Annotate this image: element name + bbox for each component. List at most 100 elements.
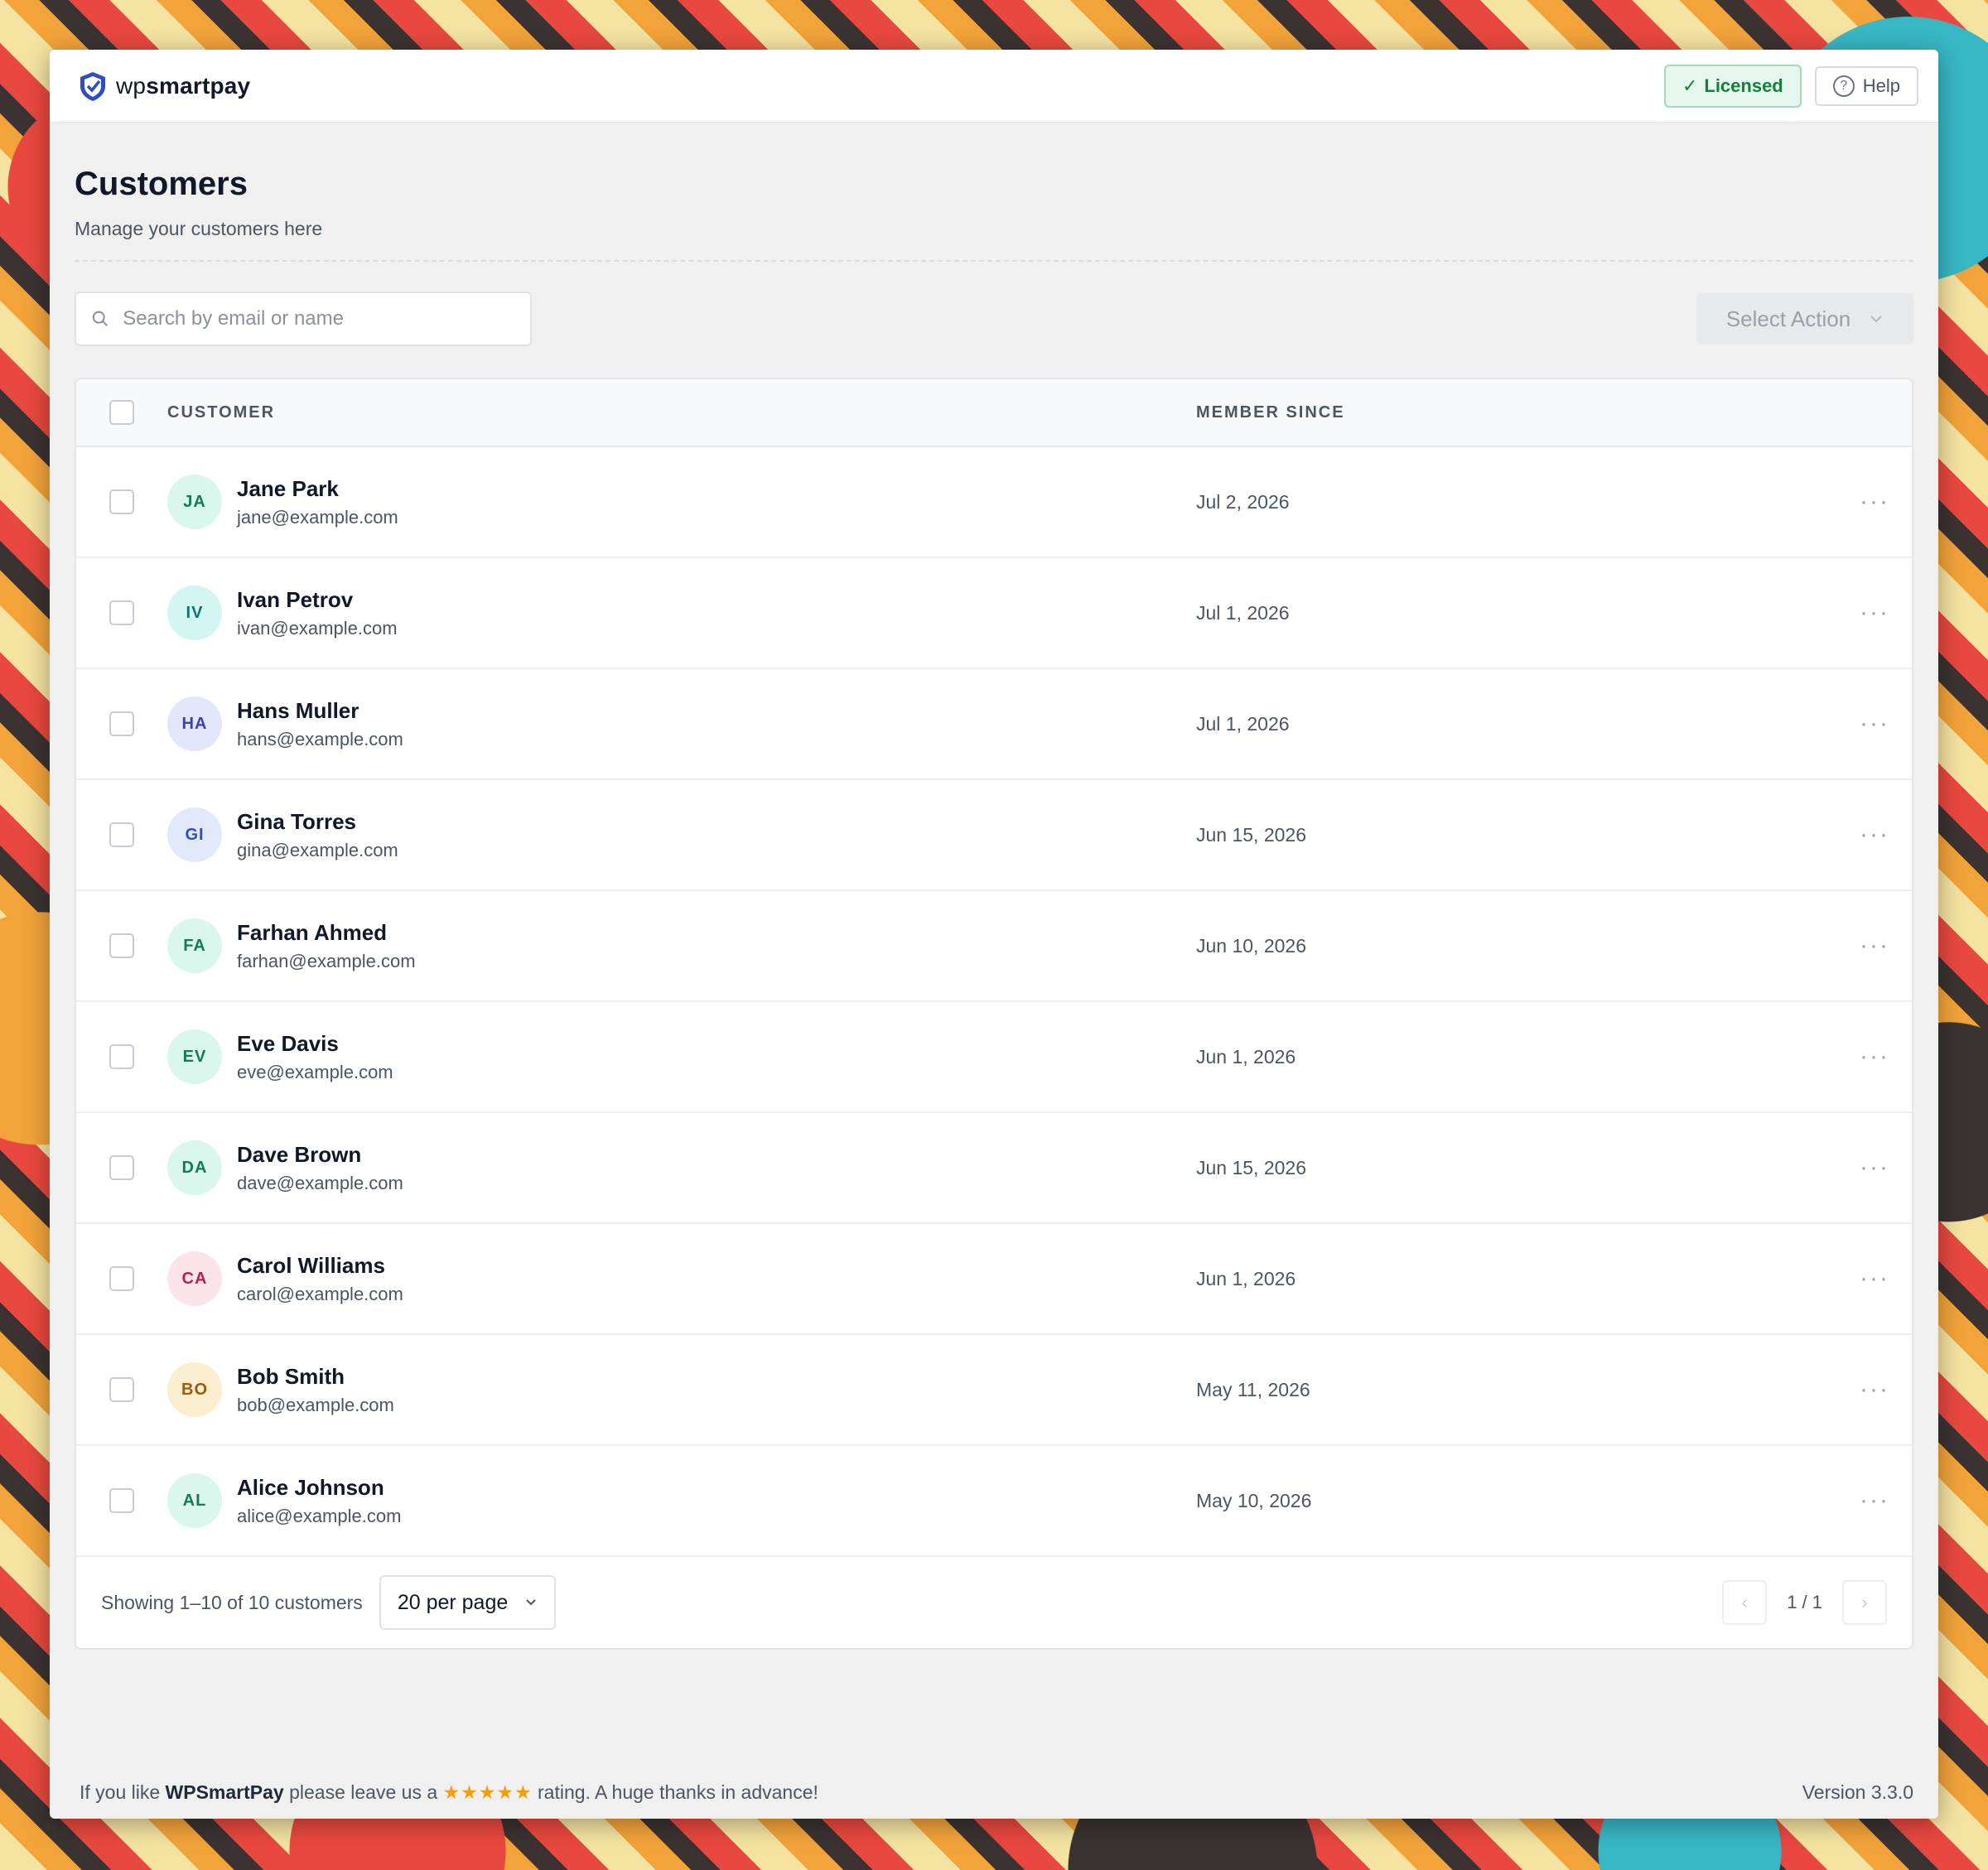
next-page-button[interactable]: › (1842, 1580, 1887, 1625)
licensed-badge-button[interactable]: ✓ Licensed (1663, 64, 1802, 108)
more-options-icon[interactable]: ··· (1860, 1155, 1889, 1180)
row-checkbox[interactable] (109, 933, 134, 958)
table-row[interactable]: EV Eve Davis eve@example.com Jun 1, 2026… (76, 1002, 1912, 1113)
customer-name[interactable]: Carol Williams (237, 1253, 403, 1279)
row-actions-cell: ··· (1837, 1155, 1912, 1180)
row-check-cell (76, 711, 167, 736)
row-checkbox[interactable] (109, 1377, 134, 1402)
customer-name[interactable]: Alice Johnson (237, 1475, 401, 1501)
customer-name[interactable]: Ivan Petrov (237, 587, 398, 613)
customer-name[interactable]: Gina Torres (237, 809, 398, 835)
select-action-dropdown[interactable]: Select Action (1696, 293, 1913, 345)
customer-email: ivan@example.com (237, 617, 398, 639)
row-checkbox[interactable] (109, 1155, 134, 1180)
row-actions-cell: ··· (1837, 489, 1912, 514)
customer-cell: HA Hans Muller hans@example.com (167, 696, 1196, 751)
per-page-label: 20 per page (397, 1590, 509, 1614)
customer-email: gina@example.com (237, 839, 398, 860)
search-input[interactable] (123, 307, 515, 330)
chevron-down-icon (1870, 316, 1882, 323)
customer-email: eve@example.com (237, 1061, 393, 1082)
header-actions: ✓ Licensed ? Help (1663, 64, 1918, 108)
page-subtitle: Manage your customers here (75, 218, 323, 239)
row-checkbox[interactable] (109, 489, 134, 514)
more-options-icon[interactable]: ··· (1860, 711, 1889, 736)
row-check-cell (76, 489, 167, 514)
row-check-cell (76, 822, 167, 847)
avatar: DA (167, 1140, 222, 1195)
row-checkbox[interactable] (109, 1044, 134, 1069)
customer-name[interactable]: Farhan Ahmed (237, 920, 416, 946)
row-check-cell (76, 1488, 167, 1513)
member-since-date: Jun 1, 2026 (1196, 1045, 1296, 1068)
customer-name[interactable]: Dave Brown (237, 1142, 403, 1168)
brand-logo[interactable]: wpsmartpay (76, 70, 250, 103)
five-stars-icon[interactable]: ★★★★★ (443, 1781, 533, 1803)
shield-logo-icon (80, 71, 105, 101)
customer-cell: FA Farhan Ahmed farhan@example.com (167, 918, 1196, 973)
member-since-date: May 10, 2026 (1196, 1489, 1312, 1511)
member-since-date: Jul 1, 2026 (1196, 601, 1290, 624)
table-row[interactable]: GI Gina Torres gina@example.com Jun 15, … (76, 780, 1912, 891)
row-actions-cell: ··· (1837, 1266, 1912, 1291)
row-checkbox[interactable] (109, 1488, 134, 1513)
more-options-icon[interactable]: ··· (1860, 1266, 1889, 1291)
page-indicator: 1 / 1 (1787, 1592, 1822, 1612)
page-title: Customers (75, 166, 248, 202)
search-box[interactable] (75, 292, 532, 346)
table-row[interactable]: FA Farhan Ahmed farhan@example.com Jun 1… (76, 891, 1912, 1002)
table-row[interactable]: BO Bob Smith bob@example.com May 11, 202… (76, 1335, 1912, 1446)
table-footer: Showing 1–10 of 10 customers 20 per page… (76, 1557, 1912, 1648)
row-actions-cell: ··· (1837, 711, 1912, 736)
select-all-checkbox[interactable] (109, 400, 134, 425)
table-row[interactable]: HA Hans Muller hans@example.com Jul 1, 2… (76, 669, 1912, 780)
row-actions-cell: ··· (1837, 1044, 1912, 1069)
customer-email: alice@example.com (237, 1505, 402, 1526)
customer-name[interactable]: Eve Davis (237, 1031, 393, 1057)
member-since-date: Jul 2, 2026 (1196, 490, 1290, 513)
per-page-dropdown[interactable]: 20 per page (379, 1575, 557, 1630)
row-actions-cell: ··· (1837, 933, 1912, 958)
member-since-date: Jun 1, 2026 (1196, 1267, 1296, 1289)
customers-table: CUSTOMER MEMBER SINCE JA Jane Park jane@… (75, 378, 1913, 1650)
app-window: wpsmartpay ✓ Licensed ? Help Customers M… (50, 50, 1938, 1819)
more-options-icon[interactable]: ··· (1860, 933, 1889, 958)
row-check-cell (76, 1266, 167, 1291)
row-checkbox[interactable] (109, 711, 134, 736)
more-options-icon[interactable]: ··· (1860, 1377, 1889, 1402)
more-options-icon[interactable]: ··· (1860, 489, 1889, 514)
help-button[interactable]: ? Help (1814, 65, 1918, 106)
row-checkbox[interactable] (109, 822, 134, 847)
customer-email: farhan@example.com (237, 950, 416, 971)
more-options-icon[interactable]: ··· (1860, 1044, 1889, 1069)
table-row[interactable]: JA Jane Park jane@example.com Jul 2, 202… (76, 447, 1912, 558)
table-row[interactable]: CA Carol Williams carol@example.com Jun … (76, 1224, 1912, 1335)
customer-name[interactable]: Hans Muller (237, 698, 403, 724)
search-icon (92, 311, 109, 327)
table-row[interactable]: DA Dave Brown dave@example.com Jun 15, 2… (76, 1113, 1912, 1224)
version-label: Version 3.3.0 (1802, 1781, 1913, 1803)
customer-cell: BO Bob Smith bob@example.com (167, 1362, 1196, 1417)
more-options-icon[interactable]: ··· (1860, 600, 1889, 625)
prev-page-button[interactable]: ‹ (1722, 1580, 1768, 1625)
more-options-icon[interactable]: ··· (1860, 1488, 1889, 1513)
avatar: CA (167, 1251, 222, 1306)
pagination-info: Showing 1–10 of 10 customers 20 per page (101, 1575, 557, 1630)
row-checkbox[interactable] (109, 600, 134, 625)
brand-name: wpsmartpay (116, 72, 251, 99)
more-options-icon[interactable]: ··· (1860, 822, 1889, 847)
customer-name[interactable]: Bob Smith (237, 1364, 394, 1390)
section-divider (75, 260, 1913, 262)
customer-email: bob@example.com (237, 1394, 394, 1415)
table-row[interactable]: AL Alice Johnson alice@example.com May 1… (76, 1446, 1912, 1557)
column-header-member-since: MEMBER SINCE (1196, 402, 1345, 422)
row-checkbox[interactable] (109, 1266, 134, 1291)
table-row[interactable]: IV Ivan Petrov ivan@example.com Jul 1, 2… (76, 558, 1912, 669)
licensed-label: Licensed (1704, 75, 1783, 96)
avatar: GI (167, 807, 222, 862)
footer-brand: WPSmartPay (165, 1781, 284, 1803)
avatar: JA (167, 475, 222, 529)
customer-name[interactable]: Jane Park (237, 476, 398, 502)
row-check-cell (76, 1377, 167, 1402)
table-toolbar: Select Action (75, 292, 1913, 346)
